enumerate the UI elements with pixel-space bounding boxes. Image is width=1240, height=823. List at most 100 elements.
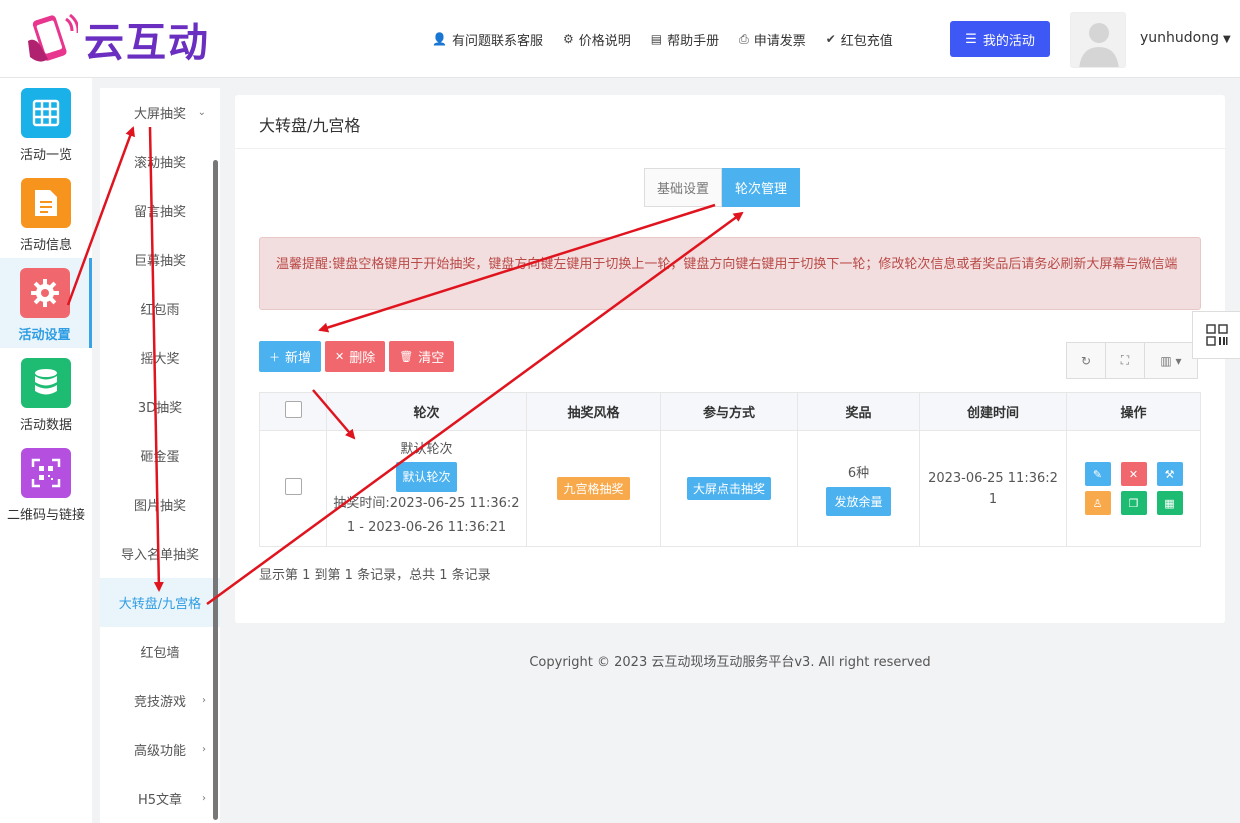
my-activity-button[interactable]: ☰ 我的活动 [950, 21, 1050, 57]
submenu-image-lottery[interactable]: 图片抽奖 [100, 480, 220, 529]
row-checkbox[interactable] [284, 478, 302, 495]
tab-round-management[interactable]: 轮次管理 [722, 168, 801, 207]
username-text: yunhudong [1140, 30, 1219, 46]
close-icon: ✕ [1128, 467, 1139, 481]
submenu-3d-lottery[interactable]: 3D抽奖 [100, 382, 220, 431]
submenu-red-packet-rain[interactable]: 红包雨 [100, 284, 220, 333]
phone-hand-logo-icon [28, 13, 78, 62]
nav-pricing[interactable]: ⚙ 价格说明 [563, 30, 631, 49]
lottery-submenu: 大屏抽奖 ⌄ 滚动抽奖 留言抽奖 巨幕抽奖 红包雨 摇大奖 3D抽奖 砸金蛋 图片… [100, 88, 220, 823]
avatar[interactable] [1070, 12, 1126, 68]
chevron-right-icon: › [202, 793, 206, 804]
rail-item-qrcode-links[interactable]: 二维码与链接 [0, 438, 92, 528]
settings-tabs: 基础设置 轮次管理 [644, 168, 801, 207]
gavel-icon: ⚒ [1164, 467, 1175, 481]
submenu-big-screen-lottery[interactable]: 大屏抽奖 ⌄ [100, 88, 220, 137]
draw-time-line1: 抽奖时间:2023-06-25 11:36:2 [333, 495, 520, 511]
page-title: 大转盘/九宫格 [259, 116, 361, 135]
submenu-message-lottery[interactable]: 留言抽奖 [100, 186, 220, 235]
table-tools: ↻ ⛶ ▥ ▾ [1066, 342, 1198, 379]
delete-button[interactable]: ✕ 删除 [325, 341, 386, 372]
submenu-scrollbar[interactable] [213, 160, 218, 820]
rounds-table: 轮次 抽奖风格 参与方式 奖品 创建时间 操作 默认轮次 默认轮次 抽奖时间:2… [259, 392, 1201, 547]
document-icon [21, 178, 71, 228]
prize-cell: 6种 发放余量 [797, 430, 920, 547]
icon-rail: 活动一览 活动信息 活动设置 活动数据 二维码与链接 [0, 78, 92, 823]
top-nav: 👤 有问题联系客服 ⚙ 价格说明 ▤ 帮助手册 ⎙ 申请发票 ✔ 红包充值 [432, 0, 913, 78]
submenu-competitive-games[interactable]: 竞技游戏 › [100, 676, 220, 725]
submenu-giant-screen-lottery[interactable]: 巨幕抽奖 [100, 235, 220, 284]
nav-recharge[interactable]: ✔ 红包充值 [826, 30, 893, 49]
grid-view-button[interactable]: ▦ [1156, 491, 1183, 515]
created-cell: 2023-06-25 11:36:2 1 [919, 430, 1067, 547]
submenu-golden-egg[interactable]: 砸金蛋 [100, 431, 220, 480]
trash-icon: 🗑 [399, 350, 414, 363]
style-badge: 九宫格抽奖 [557, 477, 630, 500]
round-name: 默认轮次 [400, 441, 453, 457]
columns-toggle-button[interactable]: ▥ ▾ [1144, 342, 1198, 379]
gavel-button[interactable]: ⚒ [1156, 462, 1183, 486]
divider [235, 148, 1225, 149]
list-icon: ☰ [965, 31, 977, 47]
col-style[interactable]: 抽奖风格 [526, 392, 661, 431]
user-menu[interactable]: yunhudong ▼ [1140, 30, 1231, 46]
mode-badge: 大屏点击抽奖 [686, 477, 771, 500]
rail-item-activity-info[interactable]: 活动信息 [0, 168, 92, 258]
warning-alert: 温馨提醒:键盘空格键用于开始抽奖，键盘方向键左键用于切换上一轮，键盘方向键右键用… [259, 237, 1201, 310]
columns-icon: ▥ ▾ [1160, 353, 1182, 368]
gear-icon: ⚙ [562, 32, 574, 46]
table-toolbar: ＋新增 ✕ 删除 🗑 清空 [259, 341, 458, 372]
submenu-h5-article[interactable]: H5文章 › [100, 774, 220, 823]
close-icon: ✕ [335, 350, 345, 363]
submenu-import-list-lottery[interactable]: 导入名单抽奖 [100, 529, 220, 578]
created-time-line1: 2023-06-25 11:36:2 [928, 470, 1058, 486]
refresh-icon: ↻ [1080, 353, 1092, 368]
submenu-rolling-lottery[interactable]: 滚动抽奖 [100, 137, 220, 186]
floating-qrcode-button[interactable] [1192, 311, 1240, 359]
nav-invoice[interactable]: ⎙ 申请发票 [739, 30, 806, 49]
select-all-checkbox[interactable] [284, 401, 302, 418]
col-prize[interactable]: 奖品 [797, 392, 920, 431]
chevron-right-icon: › [202, 744, 206, 755]
copy-icon: ❐ [1128, 496, 1139, 510]
copy-button[interactable]: ❐ [1120, 491, 1147, 515]
col-created[interactable]: 创建时间 [919, 392, 1067, 431]
edit-button[interactable]: ✎ [1084, 462, 1111, 486]
pencil-icon: ✎ [1092, 467, 1103, 481]
actions-cell: ✎ ✕ ⚒ ♙ ❐ ▦ [1066, 430, 1201, 547]
style-cell: 九宫格抽奖 [526, 430, 661, 547]
printer-icon: ⎙ [739, 31, 749, 46]
table-icon: ▦ [1164, 496, 1175, 510]
mode-cell: 大屏点击抽奖 [660, 430, 798, 547]
nav-help-manual[interactable]: ▤ 帮助手册 [651, 30, 719, 49]
delete-row-button[interactable]: ✕ [1120, 462, 1147, 486]
nav-contact-support[interactable]: 👤 有问题联系客服 [432, 30, 543, 49]
submenu-wheel-grid[interactable]: 大转盘/九宫格 [100, 578, 220, 627]
database-icon [21, 358, 71, 408]
refresh-button[interactable]: ↻ [1066, 342, 1106, 379]
brand-logo[interactable]: 云互动 [22, 10, 210, 68]
tab-basic-settings[interactable]: 基础设置 [644, 168, 723, 207]
main-panel: 大转盘/九宫格 基础设置 轮次管理 温馨提醒:键盘空格键用于开始抽奖，键盘方向键… [235, 95, 1225, 623]
fullscreen-icon: ⛶ [1120, 353, 1130, 367]
submenu-advanced-features[interactable]: 高级功能 › [100, 725, 220, 774]
col-round[interactable]: 轮次 [326, 392, 527, 431]
submenu-shake-prize[interactable]: 摇大奖 [100, 333, 220, 382]
clear-button[interactable]: 🗑 清空 [389, 341, 455, 372]
prize-count: 6种 [847, 465, 870, 481]
rail-item-activity-overview[interactable]: 活动一览 [0, 78, 92, 168]
grid-icon [21, 88, 71, 138]
col-actions: 操作 [1066, 392, 1201, 431]
users-button[interactable]: ♙ [1084, 491, 1111, 515]
gear-icon [19, 268, 70, 318]
col-mode[interactable]: 参与方式 [660, 392, 798, 431]
rail-item-activity-data[interactable]: 活动数据 [0, 348, 92, 438]
select-all-header[interactable] [259, 392, 327, 431]
add-button[interactable]: ＋新增 [259, 341, 322, 372]
qrcode-icon [21, 448, 71, 498]
brand-name: 云互动 [84, 20, 210, 66]
distribute-remaining-button[interactable]: 发放余量 [826, 486, 891, 516]
fullscreen-button[interactable]: ⛶ [1105, 342, 1145, 379]
rail-item-activity-settings[interactable]: 活动设置 [0, 258, 92, 348]
row-select-cell[interactable] [259, 430, 327, 547]
